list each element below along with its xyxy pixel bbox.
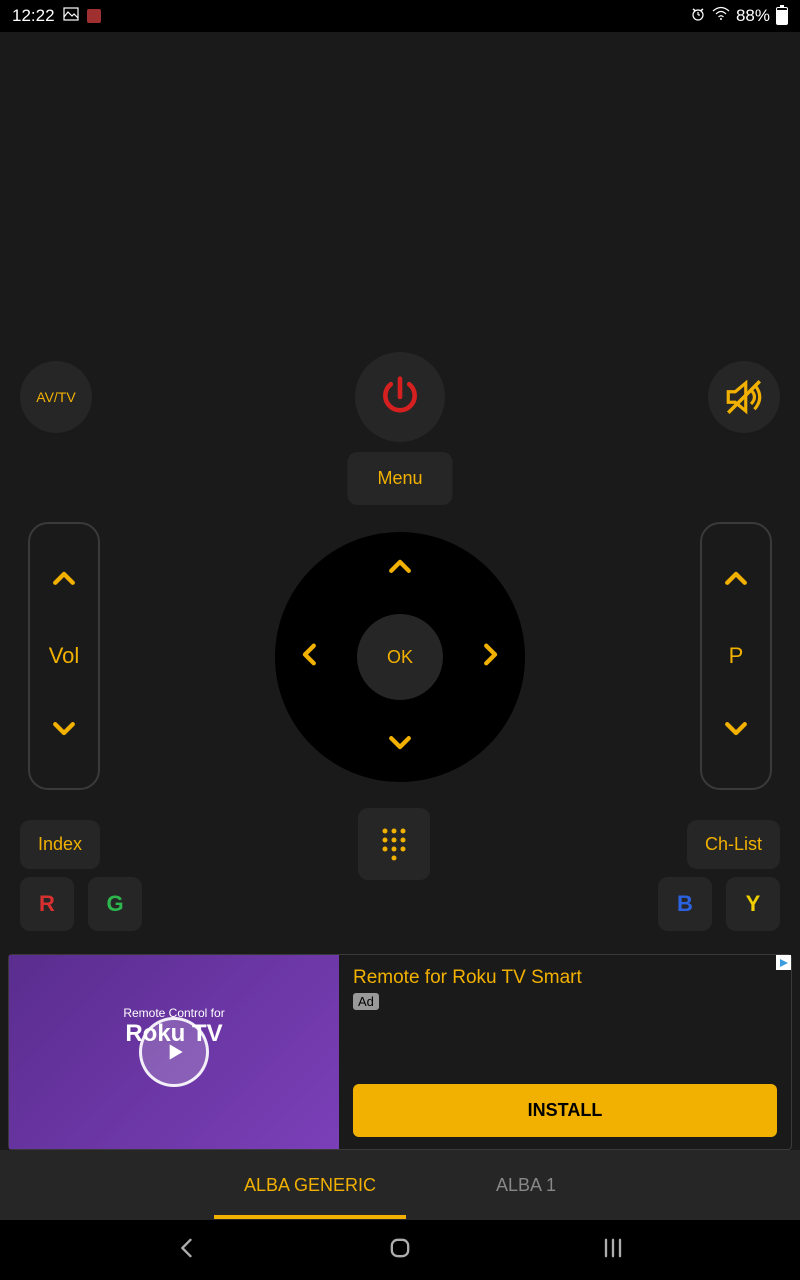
- dpad-right-button[interactable]: [475, 640, 505, 675]
- recents-button[interactable]: [599, 1234, 627, 1267]
- chlist-label: Ch-List: [705, 834, 762, 854]
- status-right: 88%: [690, 6, 788, 27]
- menu-button[interactable]: Menu: [347, 452, 452, 505]
- index-label: Index: [38, 834, 82, 854]
- install-label: INSTALL: [528, 1100, 603, 1120]
- install-button[interactable]: INSTALL: [353, 1084, 777, 1137]
- blue-button[interactable]: B: [658, 877, 712, 931]
- dpad-up-button[interactable]: [385, 552, 415, 587]
- keypad-button[interactable]: [358, 808, 430, 880]
- app-icon: [87, 9, 101, 23]
- ad-title: Remote for Roku TV Smart: [353, 967, 777, 989]
- mid-row: Index Ch-List: [0, 808, 800, 880]
- ad-badge: Ad: [353, 993, 379, 1010]
- mute-icon: [723, 376, 765, 418]
- menu-label: Menu: [377, 468, 422, 488]
- program-rocker: P: [700, 522, 772, 790]
- power-icon: [378, 375, 422, 419]
- dpad: OK: [275, 532, 525, 782]
- green-button[interactable]: G: [88, 877, 142, 931]
- status-left: 12:22: [12, 6, 101, 27]
- tab-alba-generic[interactable]: ALBA GENERIC: [244, 1155, 376, 1216]
- battery-text: 88%: [736, 6, 770, 26]
- battery-icon: [776, 7, 788, 25]
- volume-rocker: Vol: [28, 522, 100, 790]
- green-label: G: [106, 891, 123, 917]
- red-button[interactable]: R: [20, 877, 74, 931]
- yellow-label: Y: [746, 891, 761, 917]
- program-up-button[interactable]: [721, 564, 751, 599]
- color-buttons-row: R G B Y: [0, 877, 800, 931]
- ok-button[interactable]: OK: [357, 614, 443, 700]
- index-button[interactable]: Index: [20, 820, 100, 869]
- status-bar: 12:22 88%: [0, 0, 800, 32]
- play-icon: [139, 1017, 209, 1087]
- avtv-label: AV/TV: [36, 389, 75, 405]
- mute-button[interactable]: [708, 361, 780, 433]
- red-label: R: [39, 891, 55, 917]
- tab-2-label: ALBA 1: [496, 1175, 556, 1195]
- device-tabs: ALBA GENERIC ALBA 1: [0, 1150, 800, 1220]
- program-label: P: [729, 643, 744, 669]
- yellow-button[interactable]: Y: [726, 877, 780, 931]
- gallery-icon: [63, 6, 79, 27]
- wifi-icon: [712, 6, 730, 27]
- dpad-down-button[interactable]: [385, 727, 415, 762]
- tab-alba-1[interactable]: ALBA 1: [496, 1155, 556, 1216]
- volume-up-button[interactable]: [49, 564, 79, 599]
- ad-content: Remote for Roku TV Smart Ad INSTALL: [339, 955, 791, 1149]
- program-down-button[interactable]: [721, 713, 751, 748]
- home-button[interactable]: [386, 1234, 414, 1267]
- top-row: AV/TV: [0, 352, 800, 442]
- back-icon: [173, 1234, 201, 1262]
- avtv-button[interactable]: AV/TV: [20, 361, 92, 433]
- status-time: 12:22: [12, 6, 55, 26]
- home-icon: [386, 1234, 414, 1262]
- back-button[interactable]: [173, 1234, 201, 1267]
- chlist-button[interactable]: Ch-List: [687, 820, 780, 869]
- volume-down-button[interactable]: [49, 713, 79, 748]
- ad-thumbnail[interactable]: Remote Control for Roku TV: [9, 955, 339, 1149]
- power-button[interactable]: [355, 352, 445, 442]
- dpad-left-button[interactable]: [295, 640, 325, 675]
- tab-1-label: ALBA GENERIC: [244, 1175, 376, 1195]
- volume-label: Vol: [49, 643, 80, 669]
- navigation-bar: [0, 1220, 800, 1280]
- blue-label: B: [677, 891, 693, 917]
- alarm-icon: [690, 6, 706, 27]
- recents-icon: [599, 1234, 627, 1262]
- ad-choices-icon[interactable]: [776, 955, 791, 970]
- ad-banner[interactable]: Remote Control for Roku TV Remote for Ro…: [8, 954, 792, 1150]
- ok-label: OK: [387, 647, 413, 668]
- keypad-icon: [379, 826, 409, 862]
